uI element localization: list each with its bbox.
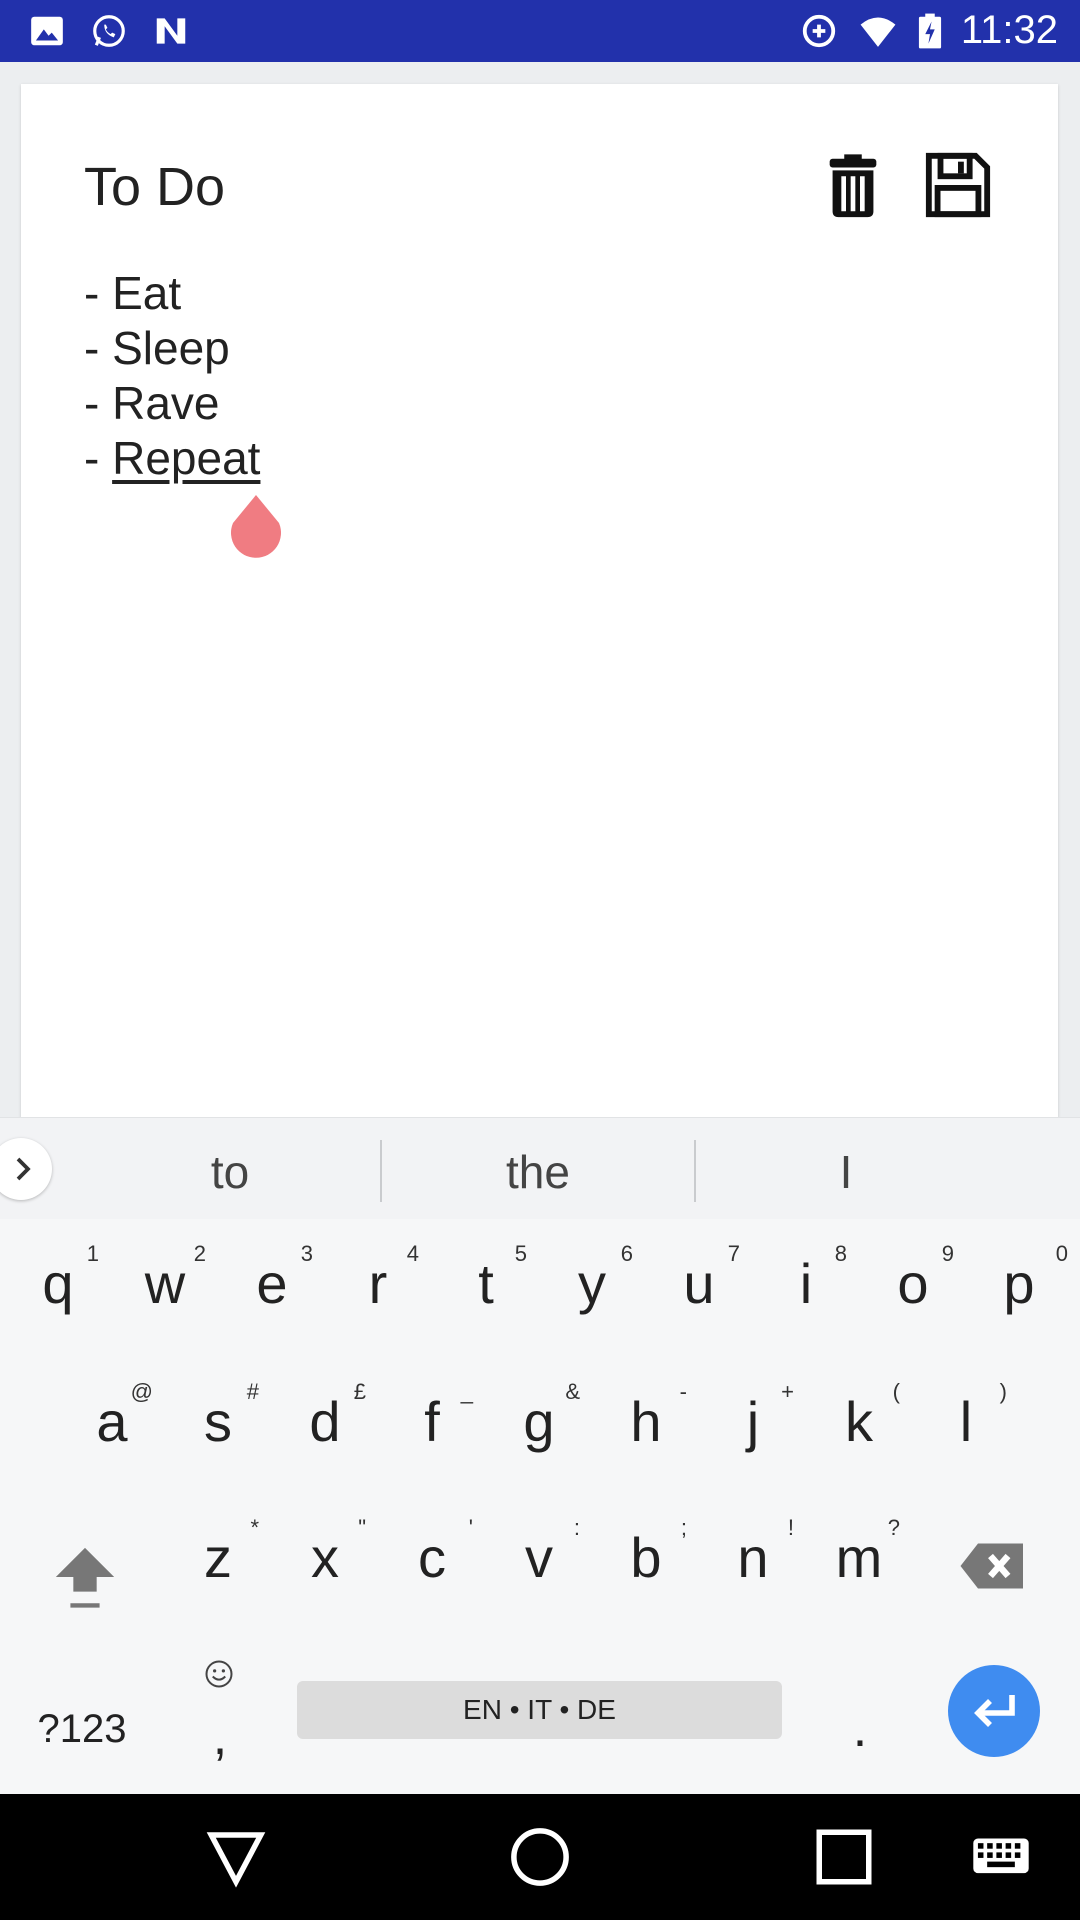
period-key[interactable]: . xyxy=(820,1679,900,1779)
save-icon[interactable] xyxy=(923,150,993,220)
image-icon xyxy=(31,16,63,46)
key-p[interactable]: p0 xyxy=(966,1219,1072,1357)
symbols-key[interactable]: ?123 xyxy=(22,1679,142,1779)
whatsapp-icon xyxy=(93,15,125,47)
enter-key[interactable] xyxy=(948,1665,1040,1757)
recents-icon[interactable] xyxy=(811,1824,877,1890)
battery-icon xyxy=(918,13,942,49)
key-w[interactable]: w2 xyxy=(112,1219,218,1357)
text-cursor-handle[interactable] xyxy=(229,493,283,559)
key-hint: # xyxy=(246,1379,259,1404)
note-line: - Rave xyxy=(84,377,220,429)
key-hint: + xyxy=(781,1379,794,1404)
key-hint: 8 xyxy=(834,1241,847,1266)
key-v[interactable]: v: xyxy=(486,1493,592,1631)
note-body[interactable]: - Eat - Sleep - Rave - Repeat xyxy=(84,266,260,486)
key-hint: 6 xyxy=(620,1241,633,1266)
key-hint: @ xyxy=(130,1379,153,1404)
key-t[interactable]: t5 xyxy=(433,1219,539,1357)
key-hint: " xyxy=(358,1515,366,1540)
key-n[interactable]: n! xyxy=(700,1493,806,1631)
key-hint: ? xyxy=(887,1515,900,1540)
key-hint: 0 xyxy=(1055,1241,1068,1266)
chevron-right-icon xyxy=(16,1157,31,1181)
backspace-icon[interactable] xyxy=(960,1541,1026,1591)
key-s[interactable]: s # xyxy=(165,1357,271,1495)
key-g[interactable]: g & xyxy=(486,1357,592,1495)
clock: 11:32 xyxy=(960,8,1058,52)
comma-key[interactable]: , xyxy=(180,1659,260,1779)
suggestion-strip: to the I xyxy=(0,1117,1080,1220)
key-hint: 9 xyxy=(941,1241,954,1266)
wifi-icon xyxy=(860,17,896,47)
key-hint: 5 xyxy=(514,1241,527,1266)
key-a[interactable]: a @ xyxy=(59,1357,165,1495)
note-line: - Repeat xyxy=(84,431,260,486)
key-hint: ) xyxy=(999,1379,1007,1404)
keyboard-switch-icon[interactable] xyxy=(971,1824,1031,1890)
enter-arrow-icon xyxy=(974,1695,1015,1727)
key-hint: : xyxy=(573,1515,580,1540)
key-hint: 3 xyxy=(300,1241,313,1266)
key-r[interactable]: r4 xyxy=(325,1219,431,1357)
key-f[interactable]: f _ xyxy=(379,1357,485,1495)
expand-suggestions-button[interactable] xyxy=(0,1138,52,1200)
note-card: To Do - Eat - Sleep - Rave - Repeat xyxy=(21,84,1058,1118)
key-i[interactable]: i8 xyxy=(753,1219,859,1357)
key-hint: 2 xyxy=(193,1241,206,1266)
shift-key[interactable] xyxy=(50,1541,120,1613)
key-hint: & xyxy=(565,1379,580,1404)
suggestion-3[interactable]: I xyxy=(696,1118,996,1220)
key-c[interactable]: c ' xyxy=(379,1493,485,1631)
key-hint: ; xyxy=(680,1515,687,1540)
note-line-prefix: - xyxy=(84,432,113,484)
suggestion-1[interactable]: to xyxy=(80,1118,380,1220)
key-b[interactable]: b; xyxy=(593,1493,699,1631)
key-hint: * xyxy=(250,1515,259,1540)
key-z[interactable]: z * xyxy=(165,1493,271,1631)
key-hint: 7 xyxy=(727,1241,740,1266)
key-hint: ' xyxy=(468,1515,473,1540)
key-hint: 1 xyxy=(86,1241,99,1266)
key-hint: ( xyxy=(892,1379,900,1404)
key-d[interactable]: d £ xyxy=(272,1357,378,1495)
key-e[interactable]: e3 xyxy=(219,1219,325,1357)
navigation-bar xyxy=(0,1794,1080,1920)
note-line: - Sleep xyxy=(84,322,230,374)
note-title[interactable]: To Do xyxy=(84,156,225,218)
key-u[interactable]: u7 xyxy=(646,1219,752,1357)
key-hint: - xyxy=(679,1379,687,1404)
home-icon[interactable] xyxy=(507,1824,573,1890)
key-hint: _ xyxy=(460,1379,473,1404)
key-k[interactable]: k( xyxy=(806,1357,912,1495)
key-x[interactable]: x " xyxy=(272,1493,378,1631)
key-q[interactable]: q1 xyxy=(5,1219,111,1357)
key-hint: £ xyxy=(353,1379,366,1404)
key-j[interactable]: j + xyxy=(700,1357,806,1495)
key-label: , xyxy=(212,1708,228,1766)
key-o[interactable]: o9 xyxy=(860,1219,966,1357)
composing-word: Repeat xyxy=(112,432,261,484)
keyboard: q1 w2 e3 r4 t5 y6 u7 i8 o9 p0 a @ s # d £ f… xyxy=(0,1219,1080,1794)
note-line: - Eat xyxy=(84,267,182,319)
key-y[interactable]: y6 xyxy=(539,1219,645,1357)
key-h[interactable]: h- xyxy=(593,1357,699,1495)
key-l[interactable]: l) xyxy=(913,1357,1019,1495)
status-bar: 11:32 xyxy=(0,0,1080,62)
n-notification-icon xyxy=(156,18,186,44)
key-hint: ! xyxy=(787,1515,794,1540)
key-hint: 4 xyxy=(406,1241,419,1266)
space-bar[interactable]: EN • IT • DE xyxy=(297,1681,782,1739)
suggestion-2[interactable]: the xyxy=(382,1118,694,1220)
emoji-icon xyxy=(205,1660,233,1688)
back-icon[interactable] xyxy=(203,1824,269,1890)
data-saver-icon xyxy=(802,14,836,48)
delete-icon[interactable] xyxy=(818,150,888,220)
key-m[interactable]: m? xyxy=(806,1493,912,1631)
